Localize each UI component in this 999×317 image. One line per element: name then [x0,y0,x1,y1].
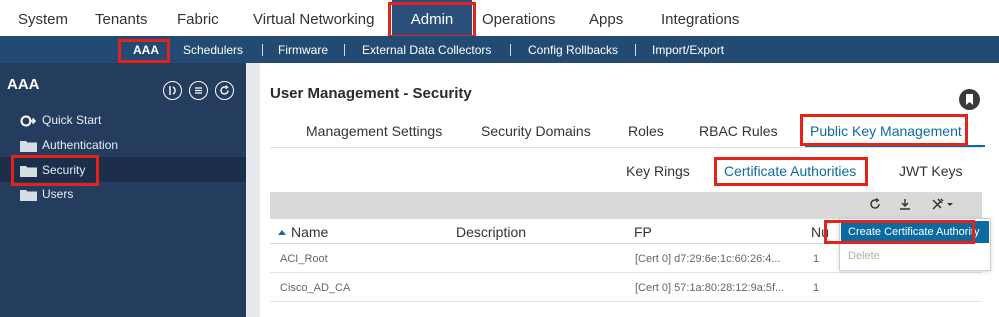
subnav-config-rollbacks[interactable]: Config Rollbacks [528,36,618,63]
subnav-divider [344,44,345,56]
tab-public-key-management[interactable]: Public Key Management [810,123,962,139]
column-header-fp[interactable]: FP [634,224,652,240]
tab-virtual-networking[interactable]: Virtual Networking [253,0,374,36]
table-toolbar [270,192,982,219]
refresh-icon[interactable] [215,81,234,100]
sidebar-item-label: Quick Start [42,113,102,127]
folder-icon [20,164,37,182]
active-subtab-indicator [718,183,868,185]
subnav-schedulers[interactable]: Schedulers [183,36,243,63]
cell-name: ACI_Root [280,253,328,265]
subnav-import-export[interactable]: Import/Export [652,36,724,63]
quick-start-icon [20,114,37,132]
sort-asc-icon[interactable] [278,224,286,240]
column-header-description[interactable]: Description [456,224,526,240]
page-title: User Management - Security [270,85,472,102]
tab-rbac-rules[interactable]: RBAC Rules [699,123,778,139]
top-navigation: System Tenants Fabric Virtual Networking… [0,0,999,36]
tab-system[interactable]: System [18,0,68,36]
tabs-divider [270,147,982,148]
actions-dropdown-menu: Create Certificate Authority Delete [839,218,991,271]
subnav-external-data-collectors[interactable]: External Data Collectors [362,36,491,63]
folder-icon [20,188,37,206]
tab-security-domains[interactable]: Security Domains [481,123,591,139]
tab-key-rings[interactable]: Key Rings [626,163,690,179]
cell-fp: [Cert 0] 57:1a:80:28:12:9a:5f... [635,282,785,294]
sidebar-item-label: Users [42,187,74,201]
tab-tenants[interactable]: Tenants [95,0,148,36]
column-header-number[interactable]: Nu [811,224,829,240]
sidebar: AAA Quick Start Authentication Security … [0,63,246,317]
subnav-divider [510,44,511,56]
sidebar-item-label: Security [42,163,86,177]
subnav-divider [262,44,263,56]
list-icon[interactable] [189,81,208,100]
tab-admin[interactable]: Admin [392,0,472,36]
cell-fp: [Cert 0] d7:29:6e:1c:60:26:4... [635,253,781,265]
sidebar-item-security[interactable]: Security [0,157,246,182]
delete-menu-item: Delete [848,250,880,262]
sidebar-item-authentication[interactable]: Authentication [0,132,246,157]
sidebar-title: AAA [7,76,40,93]
tab-management-settings[interactable]: Management Settings [306,123,442,139]
collapse-icon[interactable] [163,81,182,100]
tab-fabric[interactable]: Fabric [177,0,219,36]
create-certificate-authority-menu-item[interactable]: Create Certificate Authority [841,221,989,243]
folder-icon [20,139,37,157]
cell-number: 1 [813,282,820,294]
bookmark-icon[interactable] [959,89,980,110]
subnav-aaa[interactable]: AAA [133,36,159,63]
cell-name: Cisco_AD_CA [280,282,351,294]
tab-apps[interactable]: Apps [589,0,623,36]
tab-roles[interactable]: Roles [628,123,664,139]
cell-number: 1 [813,253,820,265]
subnav-divider [635,44,636,56]
active-tab-indicator [805,145,985,147]
download-icon[interactable] [898,197,912,214]
sidebar-item-label: Authentication [42,138,119,152]
tools-icon[interactable] [930,197,956,214]
tab-certificate-authorities[interactable]: Certificate Authorities [724,163,856,179]
table-row[interactable]: Cisco_AD_CA [Cert 0] 57:1a:80:28:12:9a:5… [270,274,982,302]
tab-integrations[interactable]: Integrations [661,0,739,36]
refresh-icon[interactable] [868,197,882,214]
subnav-firmware[interactable]: Firmware [278,36,328,63]
column-header-name[interactable]: Name [291,224,328,240]
main-panel: User Management - Security Management Se… [246,63,999,317]
sub-navigation: AAA Schedulers Firmware External Data Co… [0,36,999,63]
tab-jwt-keys[interactable]: JWT Keys [899,163,963,179]
sidebar-item-users[interactable]: Users [0,181,246,206]
sidebar-item-quick-start[interactable]: Quick Start [0,107,246,132]
tab-operations[interactable]: Operations [482,0,555,36]
